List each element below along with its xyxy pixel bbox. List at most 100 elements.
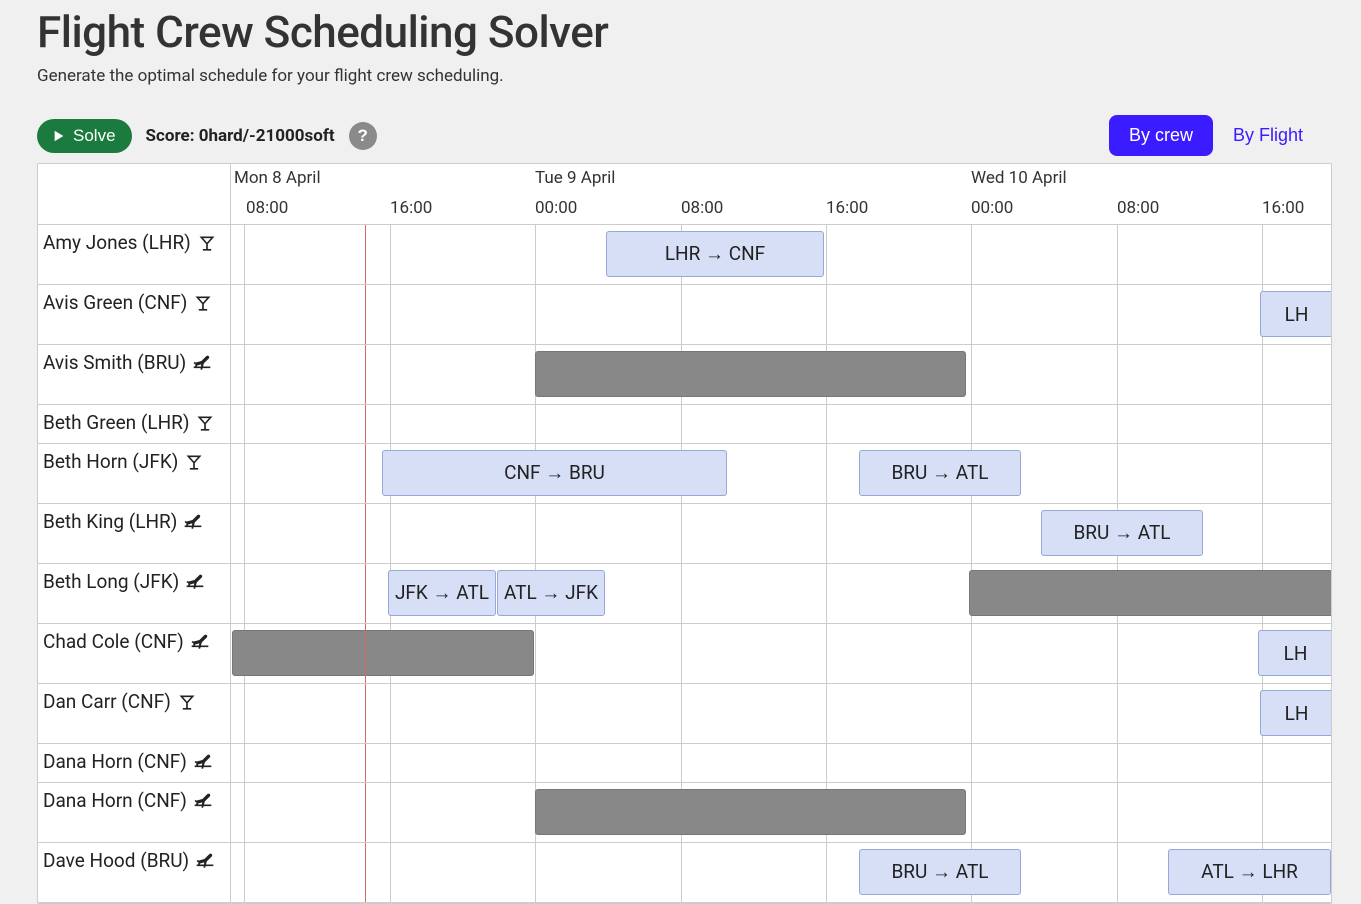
gridline (244, 285, 245, 344)
crew-row: Avis Smith (BRU) (38, 345, 1331, 405)
gridline (1117, 285, 1118, 344)
gridline (1262, 444, 1263, 503)
unavailable-block[interactable] (535, 351, 966, 397)
gridline (1262, 783, 1263, 842)
now-indicator (365, 285, 366, 344)
gridline (1117, 843, 1118, 902)
header-blank (38, 164, 231, 225)
gridline (535, 285, 536, 344)
crew-row: Beth King (LHR) BRU → ATL (38, 504, 1331, 564)
unavailable-block[interactable] (535, 789, 966, 835)
time-label: 16:00 (826, 198, 868, 218)
gridline (390, 405, 391, 443)
now-indicator (365, 564, 366, 623)
crew-name: Avis Smith (BRU) (43, 351, 186, 374)
crew-label-cell: Beth King (LHR) (38, 504, 231, 563)
gridline (244, 504, 245, 563)
pilot-icon (193, 753, 213, 773)
now-indicator (365, 405, 366, 443)
gridline (244, 345, 245, 404)
attendant-icon (197, 234, 217, 254)
now-indicator (365, 624, 366, 683)
flight-block[interactable]: LHR → CNF (606, 231, 824, 277)
flight-block[interactable]: ATL → LHR (1168, 849, 1331, 895)
gridline (390, 345, 391, 404)
gridline (971, 684, 972, 743)
crew-row: Dan Carr (CNF) LH (38, 684, 1331, 744)
gantt-chart: Mon 8 AprilTue 9 AprilWed 10 April08:001… (37, 163, 1332, 904)
pilot-icon (195, 852, 215, 872)
gridline (244, 843, 245, 902)
help-button[interactable]: ? (349, 122, 377, 150)
now-indicator (365, 225, 366, 284)
crew-name: Dana Horn (CNF) (43, 750, 187, 773)
time-label: 16:00 (390, 198, 432, 218)
gridline (971, 405, 972, 443)
gridline (1117, 405, 1118, 443)
unavailable-block[interactable] (232, 630, 534, 676)
crew-label-cell: Beth Green (LHR) (38, 405, 231, 443)
toggle-by-crew[interactable]: By crew (1109, 115, 1213, 156)
gridline (826, 444, 827, 503)
gridline (826, 225, 827, 284)
crew-row: Dave Hood (BRU) BRU → ATL ATL → LHR (38, 843, 1331, 903)
flight-block[interactable]: BRU → ATL (859, 849, 1021, 895)
time-label: 00:00 (971, 198, 1013, 218)
gridline (826, 744, 827, 782)
flight-block[interactable]: LH (1260, 291, 1332, 337)
flight-block[interactable]: ATL → JFK (497, 570, 605, 616)
gridline (1117, 744, 1118, 782)
toolbar: Solve Score: 0hard/-21000soft ? By crew … (37, 114, 1324, 157)
flight-block[interactable]: BRU → ATL (1041, 510, 1203, 556)
now-indicator (365, 744, 366, 782)
crew-label-cell: Dan Carr (CNF) (38, 684, 231, 743)
page-subtitle: Generate the optimal schedule for your f… (37, 66, 1324, 86)
gridline (971, 783, 972, 842)
gridline (390, 285, 391, 344)
gridline (390, 504, 391, 563)
gridline (244, 564, 245, 623)
gridline (971, 345, 972, 404)
day-label: Wed 10 April (971, 168, 1067, 188)
crew-row: Chad Cole (CNF) LH (38, 624, 1331, 684)
page-title: Flight Crew Scheduling Solver (37, 6, 1324, 58)
now-indicator (365, 504, 366, 563)
now-indicator (365, 444, 366, 503)
unavailable-block[interactable] (969, 570, 1332, 616)
gridline (390, 684, 391, 743)
crew-name: Chad Cole (CNF) (43, 630, 184, 653)
crew-label-cell: Beth Long (JFK) (38, 564, 231, 623)
gridline (1117, 345, 1118, 404)
flight-block[interactable]: BRU → ATL (859, 450, 1021, 496)
solve-button-label: Solve (73, 126, 116, 146)
crew-row: Beth Long (JFK) JFK → ATLATL → JFK (38, 564, 1331, 624)
gridline (1262, 744, 1263, 782)
crew-name: Avis Green (CNF) (43, 291, 187, 314)
gridline (535, 504, 536, 563)
gridline (826, 843, 827, 902)
gridline (681, 624, 682, 683)
gridline (826, 504, 827, 563)
flight-block[interactable]: LH (1258, 630, 1332, 676)
gridline (244, 744, 245, 782)
gridline (535, 624, 536, 683)
attendant-icon (195, 414, 215, 434)
now-indicator (365, 684, 366, 743)
gridline (1117, 225, 1118, 284)
gridline (1117, 684, 1118, 743)
score-label: Score: 0hard/-21000soft (146, 126, 335, 146)
solve-button[interactable]: Solve (37, 119, 132, 153)
crew-row: Dana Horn (CNF) (38, 744, 1331, 783)
flight-block[interactable]: CNF → BRU (382, 450, 727, 496)
gridline (826, 624, 827, 683)
gridline (681, 504, 682, 563)
crew-name: Dan Carr (CNF) (43, 690, 171, 713)
flight-block[interactable]: JFK → ATL (388, 570, 496, 616)
gridline (1117, 783, 1118, 842)
crew-name: Dave Hood (BRU) (43, 849, 189, 872)
toggle-by-flight[interactable]: By Flight (1213, 115, 1323, 156)
flight-block[interactable]: LH (1260, 690, 1332, 736)
day-label: Tue 9 April (535, 168, 615, 188)
crew-label-cell: Avis Green (CNF) (38, 285, 231, 344)
gridline (1262, 504, 1263, 563)
